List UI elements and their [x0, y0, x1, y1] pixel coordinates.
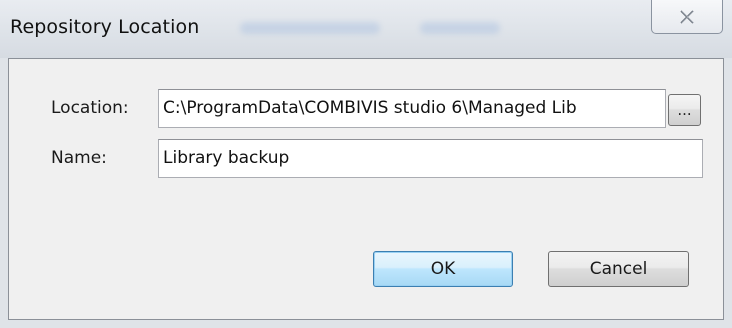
background-blur-decoration: [240, 22, 380, 34]
browse-button[interactable]: ...: [668, 94, 701, 126]
close-icon: [679, 9, 695, 24]
dialog-title: Repository Location: [10, 16, 200, 38]
background-blur-decoration: [420, 22, 500, 34]
repository-location-dialog: Repository Location Location: C:\Program…: [0, 0, 732, 328]
cancel-button[interactable]: Cancel: [548, 251, 689, 287]
close-button[interactable]: [651, 0, 723, 34]
location-input[interactable]: C:\ProgramData\COMBIVIS studio 6\Managed…: [158, 89, 666, 128]
name-label: Name:: [51, 148, 107, 168]
dialog-content: Location: C:\ProgramData\COMBIVIS studio…: [8, 58, 724, 320]
title-bar[interactable]: Repository Location: [0, 0, 732, 58]
name-input[interactable]: Library backup: [158, 139, 703, 178]
ok-button[interactable]: OK: [373, 251, 513, 287]
location-label: Location:: [51, 98, 129, 118]
